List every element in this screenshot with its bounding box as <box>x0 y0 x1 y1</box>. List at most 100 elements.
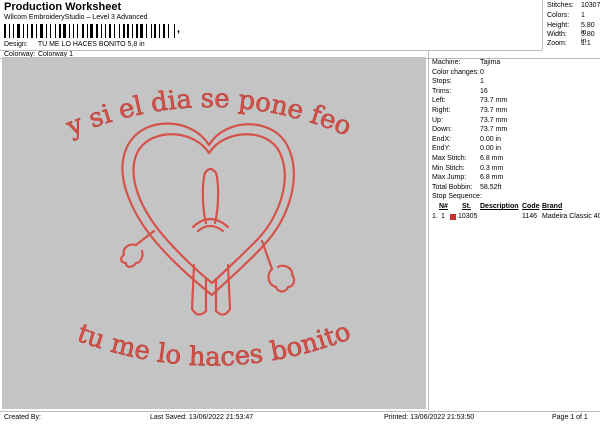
barcode-bar <box>29 24 30 38</box>
barcode-bar <box>122 24 125 38</box>
stop-cell-n: 1 <box>441 213 445 221</box>
barcode-bar <box>173 24 175 38</box>
detail-label: Color changes: <box>432 68 480 76</box>
stop-header-st: St. <box>462 203 471 211</box>
footer: Created By: Last Saved: 13/06/2022 21:53… <box>0 411 600 425</box>
stop-header-code: Code <box>522 203 540 211</box>
barcode-bar <box>33 24 36 38</box>
detail-label: EndY: <box>432 145 451 153</box>
thread-color-swatch <box>450 214 456 221</box>
barcode-bar <box>10 24 13 38</box>
stop-header-brand: Brand <box>542 203 563 211</box>
barcode-bar <box>135 24 138 38</box>
barcode-bar <box>61 24 63 38</box>
detail-row: Total Bobbin: 58.52ft <box>432 183 501 191</box>
barcode-bar <box>168 24 170 38</box>
barcode-bar <box>88 24 90 38</box>
detail-label: Up: <box>432 116 443 124</box>
detail-value: 73.7 mm <box>480 126 508 134</box>
detail-value: 1 <box>480 78 484 86</box>
page-number: Page 1 of 1 <box>552 414 588 421</box>
stat-width: Width: 5.80 in <box>547 31 595 45</box>
barcode-bar <box>86 24 88 38</box>
barcode-bar <box>162 24 165 38</box>
barcode-bar <box>105 24 107 38</box>
stat-stitches: Stitches: 10307 <box>547 2 600 9</box>
barcode-bar <box>132 24 133 38</box>
detail-label: Total Bobbin: <box>432 183 473 191</box>
barcode-bar <box>8 24 10 38</box>
detail-label: Min Stitch: <box>432 164 465 172</box>
barcode-bar <box>133 24 135 38</box>
barcode-bar <box>67 24 68 38</box>
stat-height: Height: 5.80 in <box>547 22 595 36</box>
barcode-bar <box>154 24 157 38</box>
barcode-bar <box>152 24 154 38</box>
barcode-bar <box>100 24 102 38</box>
bottom-curved-text: tu me lo haces bonito <box>73 317 354 373</box>
detail-value: 73.7 mm <box>480 116 508 124</box>
design-preview: y si el dia se pone feo tu me lo haces b… <box>2 57 426 409</box>
detail-row: Right: 73.7 mm <box>432 107 507 114</box>
barcode-bar <box>77 24 79 38</box>
detail-value: 6.8 mm <box>480 174 504 182</box>
barcode-bar <box>98 24 100 38</box>
design-label: Design: <box>4 41 28 48</box>
barcode-bar <box>43 24 45 38</box>
barcode-mark: , <box>177 23 181 35</box>
barcode-bar <box>107 24 108 38</box>
last-saved: Last Saved: 13/06/2022 21:53:47 <box>150 414 254 421</box>
detail-row: Color changes: 0 <box>432 68 484 76</box>
design-value: TU ME LO HACES BONITO 5,8 in <box>37 41 145 48</box>
barcode-bar <box>160 24 162 38</box>
heart-character <box>120 122 296 316</box>
barcode-bar <box>75 24 77 38</box>
stat-colors: Colors: 1 <box>547 12 585 19</box>
barcode-bar <box>13 24 15 38</box>
barcode-bar <box>120 24 122 38</box>
barcode-bar <box>140 24 144 38</box>
detail-value: 0 <box>480 68 484 76</box>
stop-header-desc: Description <box>480 203 519 211</box>
barcode-bar <box>159 24 160 38</box>
stat-zoom: Zoom: 1:1 <box>547 40 591 47</box>
detail-label: Left: <box>432 97 446 105</box>
detail-value: 0.00 in <box>480 135 502 143</box>
barcode-bar <box>170 24 173 38</box>
barcode-bar <box>55 24 56 38</box>
detail-label: Max Stitch: <box>432 155 467 162</box>
detail-value: Tajima <box>480 59 501 66</box>
barcode-bar <box>15 24 17 38</box>
barcode-bar <box>63 24 67 38</box>
stop-cell-brand: Madeira Classic 40 <box>542 213 600 221</box>
barcode-bar <box>4 24 6 38</box>
barcode-bar <box>127 24 130 38</box>
detail-label: Down: <box>432 126 452 134</box>
detail-row: EndY: 0.00 in <box>432 145 501 153</box>
barcode-bar <box>115 24 119 38</box>
barcode-bar <box>84 24 86 38</box>
printed-date: Printed: 13/06/2022 21:53:50 <box>384 414 475 421</box>
divider <box>0 50 542 51</box>
software-name: Wilcom EmbroideryStudio – Level 3 Advanc… <box>4 14 148 21</box>
top-curved-text: y si el dia se pone feo <box>62 84 356 143</box>
detail-label: Right: <box>432 107 451 114</box>
detail-row: Trims: 16 <box>432 88 488 95</box>
detail-row: Up: 73.7 mm <box>432 116 507 124</box>
barcode-bar <box>72 24 75 38</box>
detail-row: Max Stitch: 6.8 mm <box>432 155 503 162</box>
design-row: Design: TU ME LO HACES BONITO 5,8 in <box>4 41 145 48</box>
detail-value: 73.7 mm <box>480 97 508 105</box>
detail-row: Machine: Tajima <box>432 59 500 66</box>
detail-value: 58.52ft <box>480 183 502 191</box>
barcode-bar <box>165 24 168 38</box>
barcode-bar <box>58 24 61 38</box>
details-panel: Machine: Tajima Color changes: 0 Stops: 1 Trim… <box>428 57 600 409</box>
barcode-bar <box>81 24 84 38</box>
detail-value: 0.00 in <box>480 145 502 153</box>
barcode-bar <box>157 24 159 38</box>
barcode-bar <box>68 24 70 38</box>
created-by: Created By: <box>4 414 41 421</box>
detail-value: 6.8 mm <box>480 155 504 162</box>
stats-box: Stitches: 10307 Colors: 1 Height: 5.80 in W… <box>542 0 600 50</box>
